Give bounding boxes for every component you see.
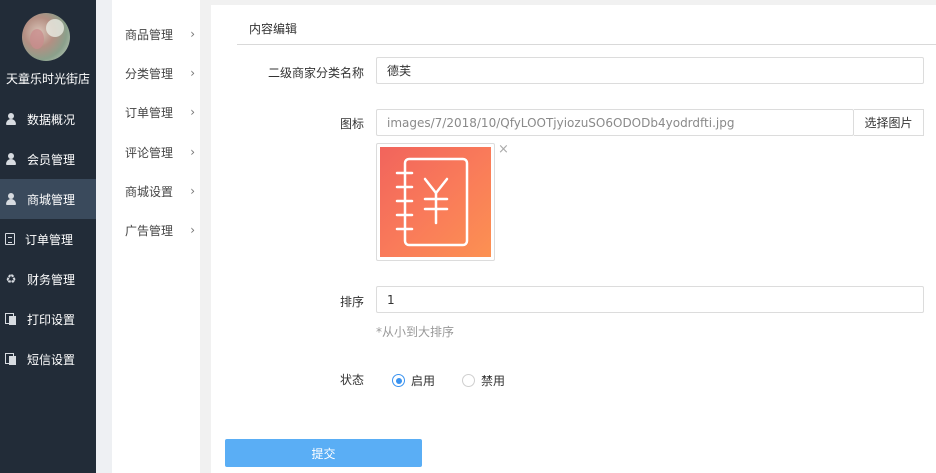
submenu: 商品管理 › 分类管理 › 订单管理 › 评论管理 › 商城设置 › 广告管理 … bbox=[112, 0, 200, 473]
sidebar-gutter bbox=[96, 0, 112, 473]
category-name-input[interactable] bbox=[376, 57, 924, 84]
sort-input[interactable] bbox=[376, 286, 924, 313]
copy-icon bbox=[5, 353, 17, 365]
tab-content-edit[interactable]: 内容编辑 bbox=[249, 20, 297, 37]
status-enabled-radio[interactable]: 启用 bbox=[392, 372, 435, 389]
choose-image-button[interactable]: 选择图片 bbox=[854, 109, 924, 136]
sidebar-item-label: 订单管理 bbox=[25, 232, 74, 247]
submenu-item-mall-settings[interactable]: 商城设置 › bbox=[125, 181, 195, 201]
radio-checked-icon bbox=[392, 374, 405, 387]
sidebar-item-label: 短信设置 bbox=[27, 352, 76, 367]
icon-path-input[interactable] bbox=[376, 109, 854, 136]
icon-label: 图标 bbox=[339, 117, 364, 131]
icon-thumbnail bbox=[380, 147, 491, 257]
status-disabled-label: 禁用 bbox=[481, 374, 506, 388]
submenu-item-label: 分类管理 bbox=[125, 66, 174, 81]
submenu-item-products[interactable]: 商品管理 › bbox=[125, 24, 195, 44]
sidebar-item-label: 商城管理 bbox=[27, 192, 76, 207]
sidebar-item-print-settings[interactable]: 打印设置 bbox=[0, 299, 96, 339]
sidebar-item-sms-settings[interactable]: 短信设置 bbox=[0, 339, 96, 379]
submenu-item-comments[interactable]: 评论管理 › bbox=[125, 142, 195, 162]
recycle-icon: ♻ bbox=[5, 272, 17, 286]
sidebar-item-members[interactable]: 会员管理 bbox=[0, 139, 96, 179]
status-disabled-radio[interactable]: 禁用 bbox=[462, 372, 505, 389]
main-sidebar: 天童乐时光街店 数据概况 会员管理 商城管理 订单管理 ♻ 财务管理 打印设置 … bbox=[0, 0, 96, 473]
content-panel: 内容编辑 二级商家分类名称 图标 选择图片 bbox=[211, 5, 936, 473]
sidebar-item-finance[interactable]: ♻ 财务管理 bbox=[0, 259, 96, 299]
chevron-right-icon: › bbox=[190, 66, 195, 80]
submenu-item-label: 商品管理 bbox=[125, 27, 174, 42]
submenu-item-categories[interactable]: 分类管理 › bbox=[125, 63, 195, 83]
shop-name: 天童乐时光街店 bbox=[5, 72, 90, 86]
submenu-item-label: 评论管理 bbox=[125, 145, 174, 160]
chevron-right-icon: › bbox=[190, 145, 195, 159]
sidebar-item-label: 打印设置 bbox=[27, 312, 76, 327]
submenu-item-ads[interactable]: 广告管理 › bbox=[125, 220, 195, 240]
sidebar-item-label: 财务管理 bbox=[27, 272, 76, 287]
status-label: 状态 bbox=[339, 373, 364, 387]
chevron-right-icon: › bbox=[190, 105, 195, 119]
category-name-label: 二级商家分类名称 bbox=[267, 66, 364, 80]
submenu-item-label: 商城设置 bbox=[125, 184, 174, 199]
submenu-item-orders[interactable]: 订单管理 › bbox=[125, 102, 195, 122]
chevron-right-icon: › bbox=[190, 27, 195, 41]
sort-hint: *从小到大排序 bbox=[376, 325, 455, 339]
sidebar-item-orders[interactable]: 订单管理 bbox=[0, 219, 96, 259]
radio-unchecked-icon bbox=[462, 374, 475, 387]
status-enabled-label: 启用 bbox=[411, 374, 436, 388]
remove-image-icon[interactable]: × bbox=[498, 142, 509, 157]
sort-label: 排序 bbox=[339, 295, 364, 309]
chevron-right-icon: › bbox=[190, 223, 195, 237]
document-icon bbox=[5, 233, 15, 245]
submit-button[interactable]: 提交 bbox=[225, 439, 422, 467]
sidebar-item-label: 数据概况 bbox=[27, 112, 76, 127]
user-icon bbox=[5, 193, 17, 205]
notebook-yuan-icon bbox=[395, 157, 469, 247]
user-icon bbox=[5, 153, 17, 165]
chevron-right-icon: › bbox=[190, 184, 195, 198]
user-icon bbox=[5, 113, 17, 125]
sidebar-item-data-overview[interactable]: 数据概况 bbox=[0, 99, 96, 139]
sidebar-item-mall[interactable]: 商城管理 bbox=[0, 179, 96, 219]
icon-preview bbox=[376, 143, 495, 261]
avatar[interactable] bbox=[22, 13, 70, 61]
submenu-item-label: 广告管理 bbox=[125, 223, 174, 238]
copy-icon bbox=[5, 313, 17, 325]
submenu-item-label: 订单管理 bbox=[125, 105, 174, 120]
divider bbox=[237, 44, 936, 45]
sidebar-item-label: 会员管理 bbox=[27, 152, 76, 167]
